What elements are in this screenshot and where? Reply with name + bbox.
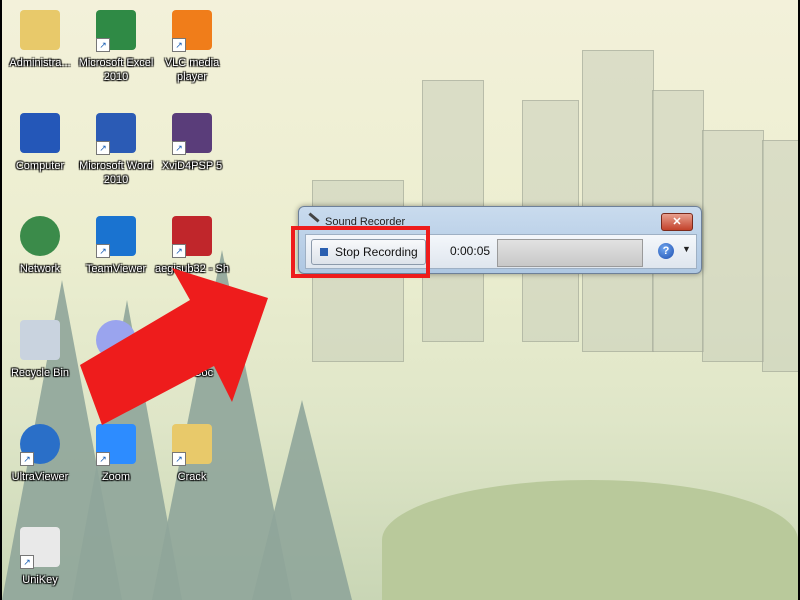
elapsed-time: 0:00:05 xyxy=(450,244,491,258)
red-highlight-box xyxy=(291,226,430,278)
microphone-icon xyxy=(308,212,320,223)
red-arrow xyxy=(80,268,268,425)
dropdown-arrow-icon[interactable]: ▼ xyxy=(682,244,691,254)
level-meter xyxy=(497,239,643,267)
close-button[interactable]: ✕ xyxy=(661,213,693,231)
help-icon[interactable]: ? xyxy=(658,243,674,259)
red-arrow-annotation xyxy=(80,268,268,425)
